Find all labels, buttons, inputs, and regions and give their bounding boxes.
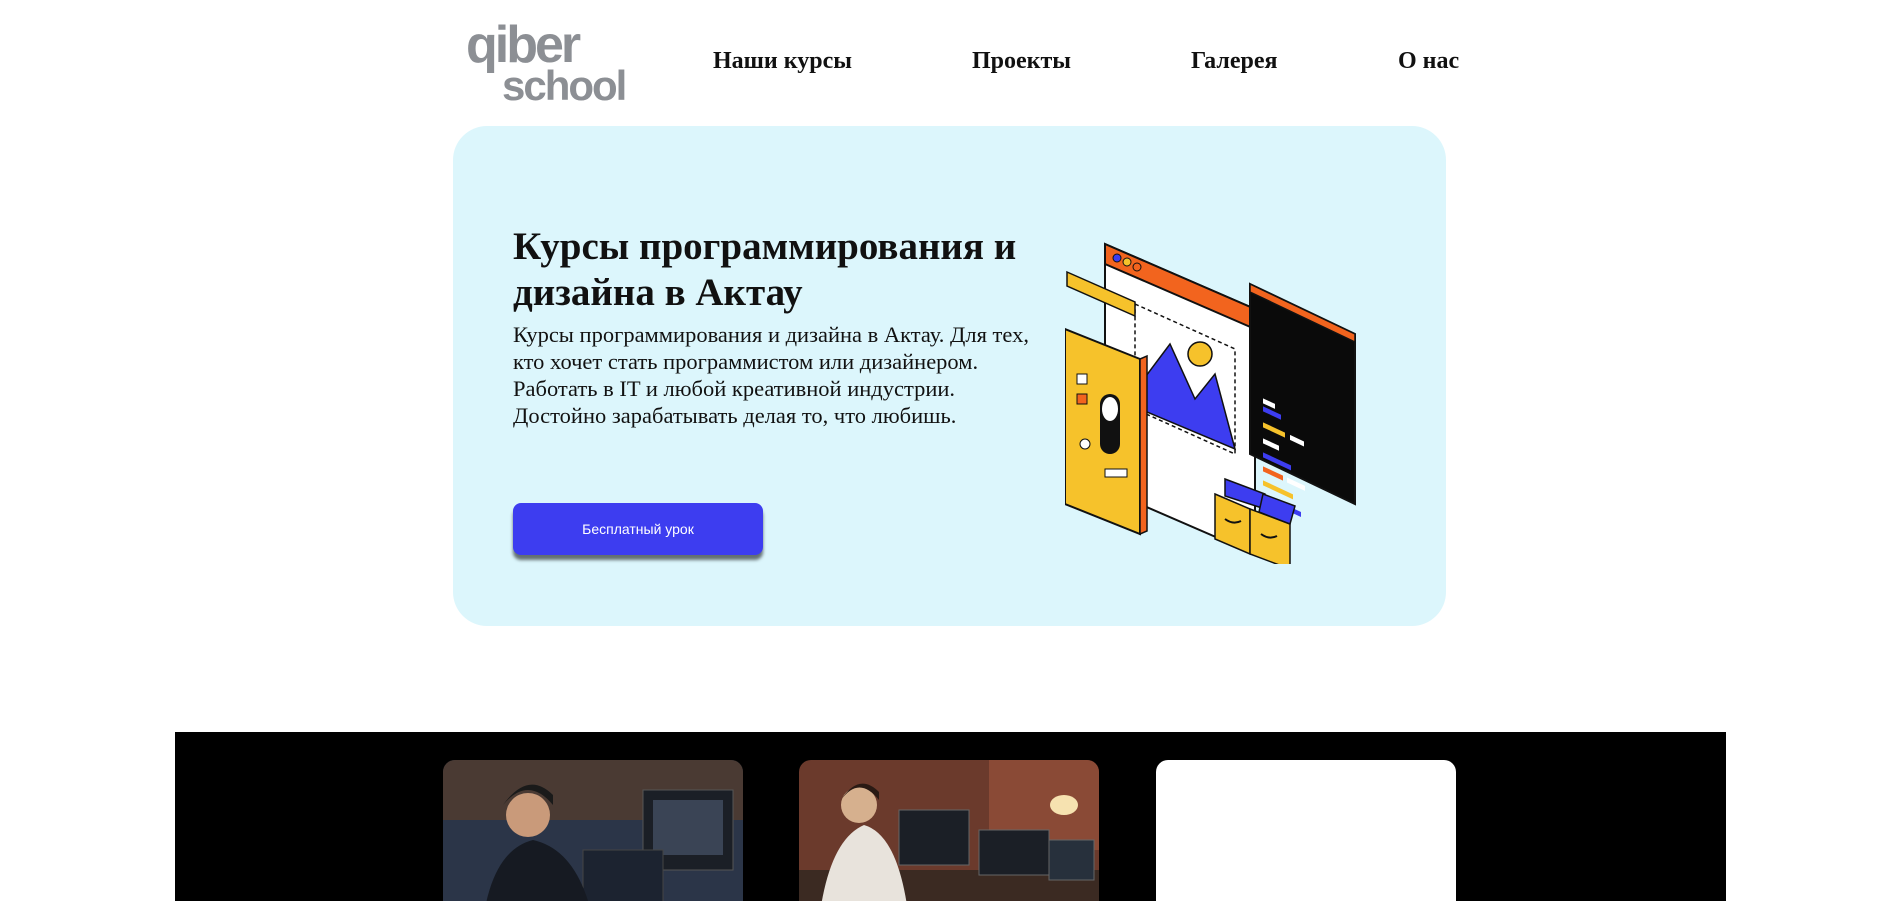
hero-description: Курсы программирования и дизайна в Актау… xyxy=(513,322,1029,428)
empty-white-card xyxy=(1156,760,1456,901)
free-lesson-button[interactable]: Бесплатный урок xyxy=(513,503,763,555)
nav-courses[interactable]: Наши курсы xyxy=(713,48,852,75)
nav-about[interactable]: О нас xyxy=(1398,48,1459,75)
gallery-section xyxy=(175,732,1726,901)
photo-developer-at-desk[interactable] xyxy=(799,760,1099,901)
photo-developer-at-monitors[interactable] xyxy=(443,760,743,901)
hero-banner: Курсы программирования и дизайна в Актау… xyxy=(453,126,1446,626)
nav-gallery[interactable]: Галерея xyxy=(1191,48,1277,75)
qiber-school-logo[interactable]: qiber school xyxy=(466,22,644,102)
code-and-design-illustration xyxy=(1064,234,1385,571)
nav-projects[interactable]: Проекты xyxy=(972,48,1071,75)
site-header: qiber school Наши курсы Проекты Галерея … xyxy=(0,0,1897,120)
hero-title: Курсы программирования и дизайна в Актау xyxy=(513,225,1017,314)
logo-line2: school xyxy=(502,62,625,102)
